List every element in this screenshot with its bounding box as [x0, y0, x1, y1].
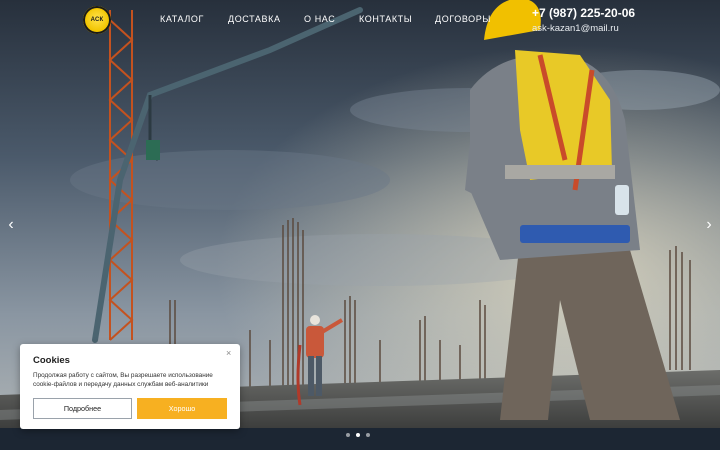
cookie-title: Cookies — [33, 355, 70, 366]
site-header: АСК КАТАЛОГ ДОСТАВКА О НАС КОНТАКТЫ ДОГО… — [0, 0, 720, 44]
hero-slider: АСК КАТАЛОГ ДОСТАВКА О НАС КОНТАКТЫ ДОГО… — [0, 0, 720, 450]
nav-item-contracts[interactable]: ДОГОВОРЫ — [435, 14, 491, 24]
cookie-banner: Cookies × Продолжая работу с сайтом, Вы … — [20, 344, 240, 429]
nav-item-catalog[interactable]: КАТАЛОГ — [160, 14, 204, 24]
email-link[interactable]: ask-kazan1@mail.ru — [532, 23, 635, 34]
cookie-text: Продолжая работу с сайтом, Вы разрешаете… — [33, 372, 213, 388]
phone-link[interactable]: +7 (987) 225-20-06 — [532, 6, 635, 20]
nav-item-delivery[interactable]: ДОСТАВКА — [228, 14, 281, 24]
company-logo[interactable]: АСК — [83, 6, 111, 34]
more-button[interactable]: Подробнее — [33, 398, 132, 419]
slider-dot[interactable] — [346, 433, 350, 437]
slider-dot-active[interactable] — [356, 433, 360, 437]
header-contacts: +7 (987) 225-20-06 ask-kazan1@mail.ru — [532, 6, 635, 34]
slider-dots — [346, 433, 370, 437]
chevron-right-icon[interactable]: › — [702, 217, 716, 233]
nav-item-contacts[interactable]: КОНТАКТЫ — [359, 14, 412, 24]
logo-text: АСК — [90, 17, 104, 23]
nav-item-about[interactable]: О НАС — [304, 14, 335, 24]
chevron-left-icon[interactable]: ‹ — [4, 217, 18, 233]
accept-button[interactable]: Хорошо — [137, 398, 227, 419]
close-icon[interactable]: × — [226, 349, 231, 358]
slider-dot[interactable] — [366, 433, 370, 437]
